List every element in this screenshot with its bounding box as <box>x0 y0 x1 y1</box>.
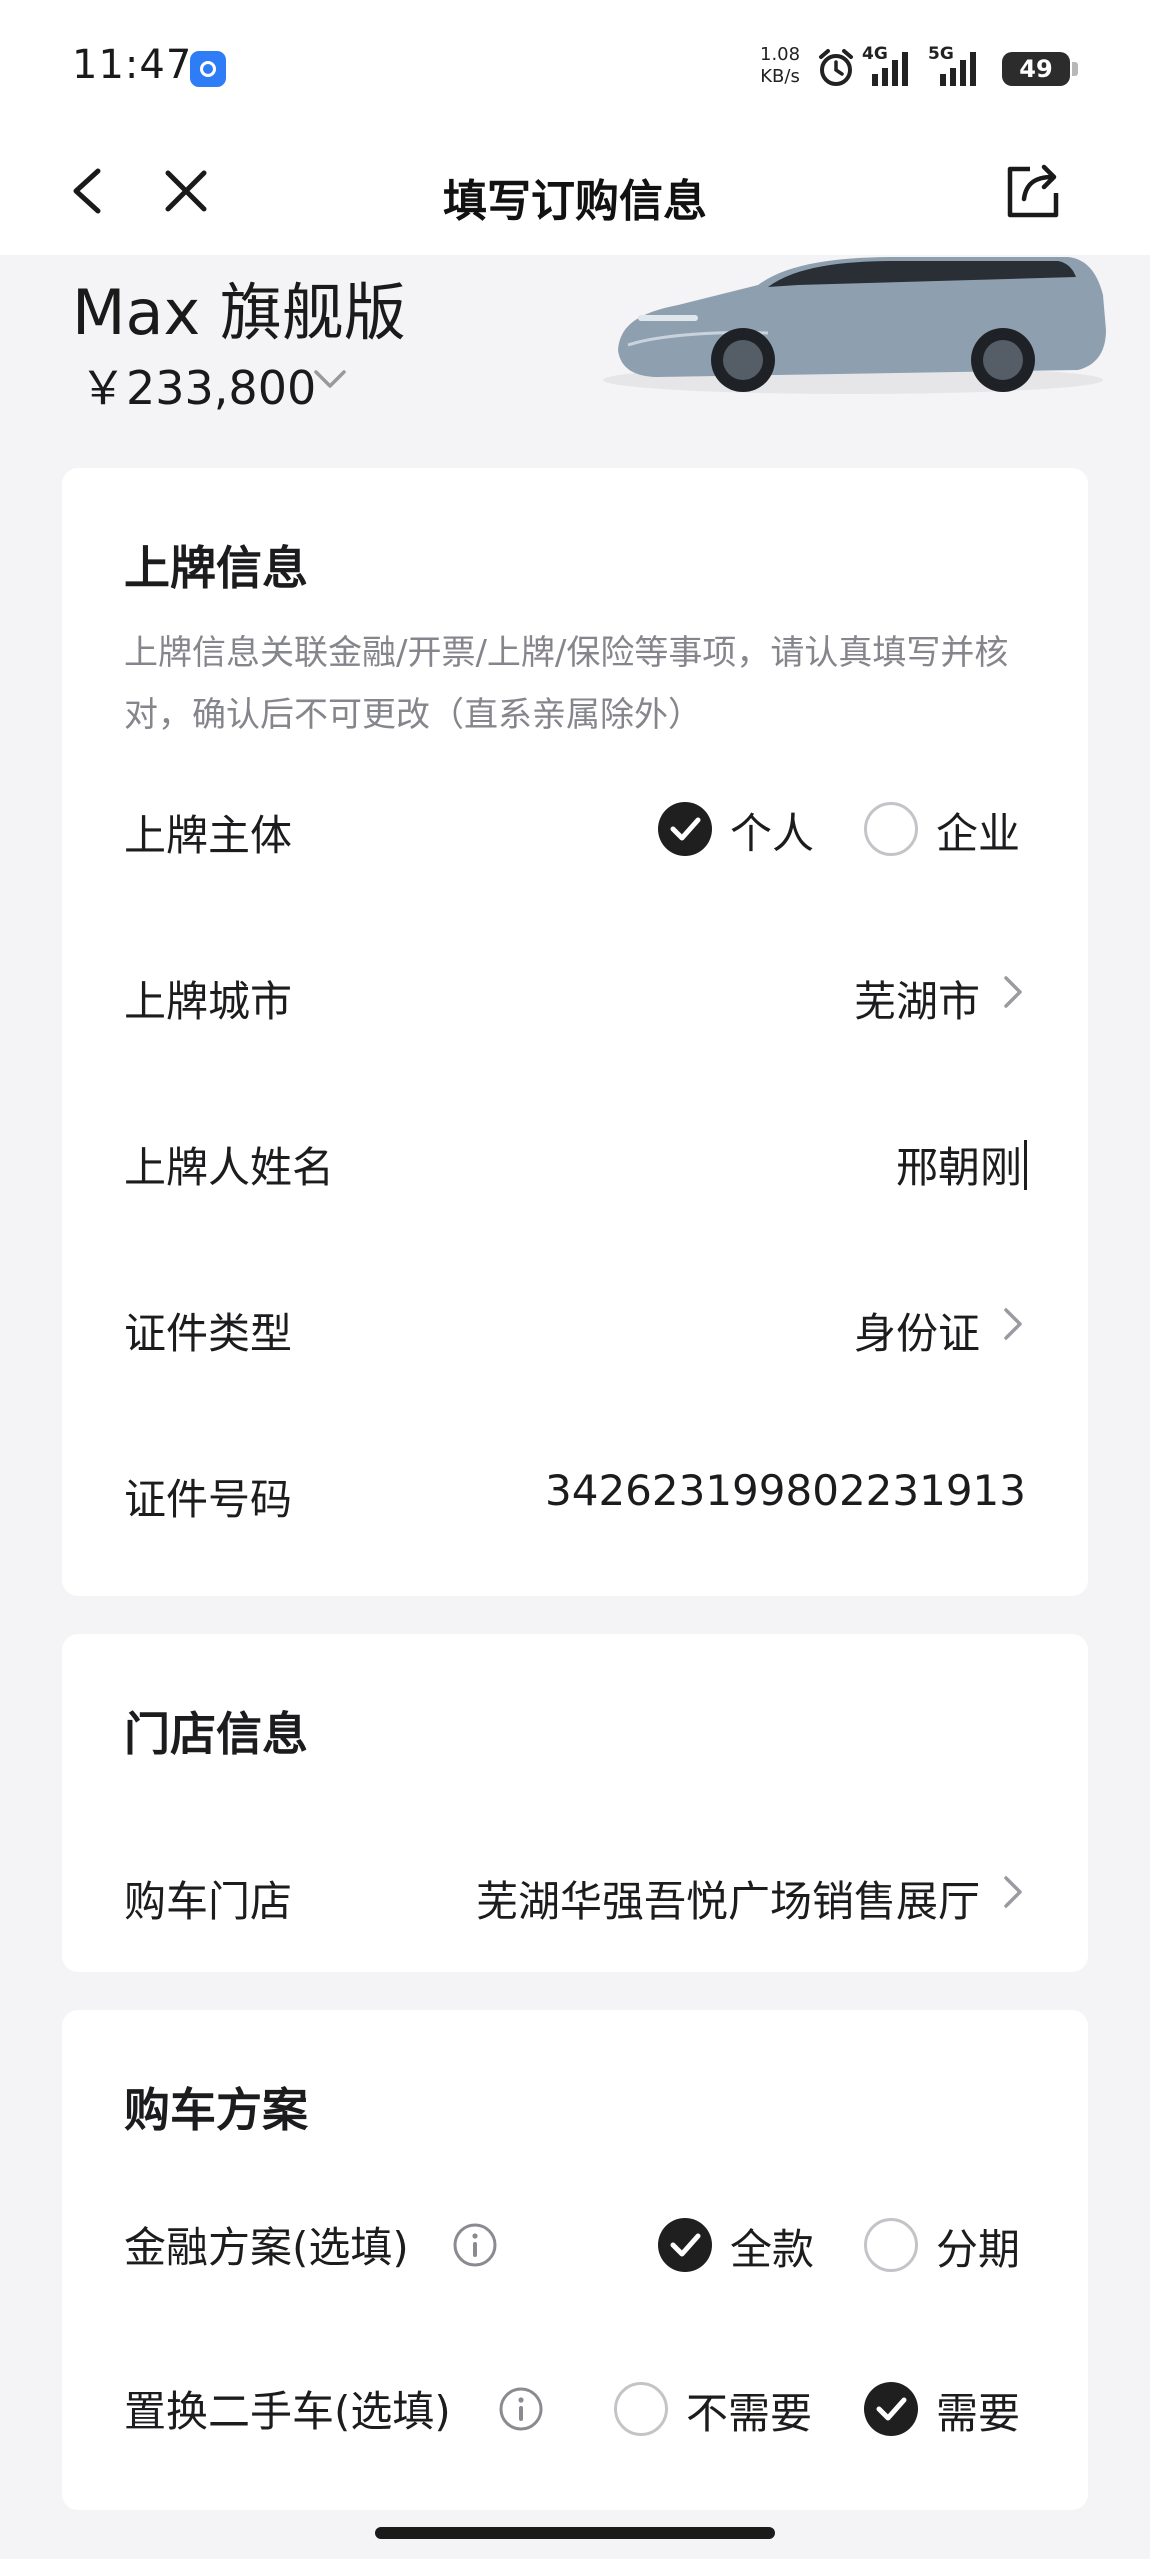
trade-in-label: 置换二手车(选填) <box>124 2387 451 2436</box>
option-installment[interactable]: 分期 <box>936 2216 1020 2277</box>
option-not-needed[interactable]: 不需要 <box>686 2380 812 2441</box>
chevron-right-icon[interactable] <box>998 972 1026 1012</box>
car-image <box>603 257 1106 394</box>
purchase-plan-card: 购车方案 金融方案(选填) 全款 分期 置换二手车(选填) 不需要 需要 <box>62 2010 1088 2510</box>
id-type-value[interactable]: 身份证 <box>854 1300 980 1361</box>
chevron-right-icon[interactable] <box>998 1304 1026 1344</box>
store-info-card: 门店信息 购车门店 芜湖华强吾悦广场销售展厅 <box>62 1634 1088 1972</box>
purchase-plan-title: 购车方案 <box>124 2083 308 2137</box>
share-icon[interactable] <box>1000 159 1064 223</box>
network-speed-unit: KB/s <box>760 66 800 87</box>
nav-bar: 填写订购信息 <box>0 135 1150 255</box>
chevron-right-icon[interactable] <box>998 1872 1026 1912</box>
radio-needed-checked-icon[interactable] <box>864 2382 918 2436</box>
option-full-payment[interactable]: 全款 <box>730 2216 814 2277</box>
network-speed-value: 1.08 <box>760 44 801 65</box>
radio-personal-checked-icon[interactable] <box>658 802 712 856</box>
finance-plan-label: 金融方案(选填) <box>124 2223 409 2272</box>
chevron-down-icon[interactable] <box>310 366 350 392</box>
id-number-label: 证件号码 <box>124 1475 293 1524</box>
plate-city-value[interactable]: 芜湖市 <box>854 968 980 1029</box>
battery-icon: 49 <box>1002 52 1078 86</box>
radio-not-needed-icon[interactable] <box>614 2382 668 2436</box>
id-number-input[interactable]: 342623199802231913 <box>545 1466 1026 1515</box>
status-time: 11:47 <box>72 42 193 88</box>
plate-info-card: 上牌信息 上牌信息关联金融/开票/上牌/保险等事项，请认真填写并核对，确认后不可… <box>62 468 1088 1596</box>
option-personal[interactable]: 个人 <box>730 800 814 861</box>
plate-city-label: 上牌城市 <box>124 977 293 1026</box>
page-title: 填写订购信息 <box>443 176 707 227</box>
network-speed: 1.08 KB/s <box>760 44 800 88</box>
store-value[interactable]: 芜湖华强吾悦广场销售展厅 <box>476 1868 980 1929</box>
plate-info-title: 上牌信息 <box>124 541 308 595</box>
status-bar: 11:47 1.08 KB/s 4G 5G 49 <box>0 0 1150 135</box>
home-indicator[interactable] <box>375 2527 775 2539</box>
owner-name-input[interactable]: 邢朝刚 <box>896 1134 1022 1195</box>
store-info-title: 门店信息 <box>124 1707 308 1761</box>
store-label: 购车门店 <box>124 1877 293 1926</box>
info-icon[interactable] <box>452 2222 498 2268</box>
app-notification-icon <box>190 51 226 87</box>
radio-installment-icon[interactable] <box>864 2218 918 2272</box>
radio-company-icon[interactable] <box>864 802 918 856</box>
info-icon[interactable] <box>498 2386 544 2432</box>
plate-subject-label: 上牌主体 <box>124 811 293 860</box>
option-needed[interactable]: 需要 <box>936 2380 1020 2441</box>
text-cursor <box>1024 1140 1027 1190</box>
owner-name-label: 上牌人姓名 <box>124 1143 335 1192</box>
option-company[interactable]: 企业 <box>936 800 1020 861</box>
battery-level: 49 <box>1019 55 1053 83</box>
id-type-label: 证件类型 <box>124 1309 293 1358</box>
alarm-icon <box>819 49 853 86</box>
car-price[interactable]: ￥233,800 <box>80 352 316 418</box>
car-model-name: Max 旗舰版 <box>72 276 406 349</box>
plate-info-description: 上牌信息关联金融/开票/上牌/保险等事项，请认真填写并核对，确认后不可更改（直系… <box>124 633 1009 735</box>
radio-full-payment-checked-icon[interactable] <box>658 2218 712 2272</box>
